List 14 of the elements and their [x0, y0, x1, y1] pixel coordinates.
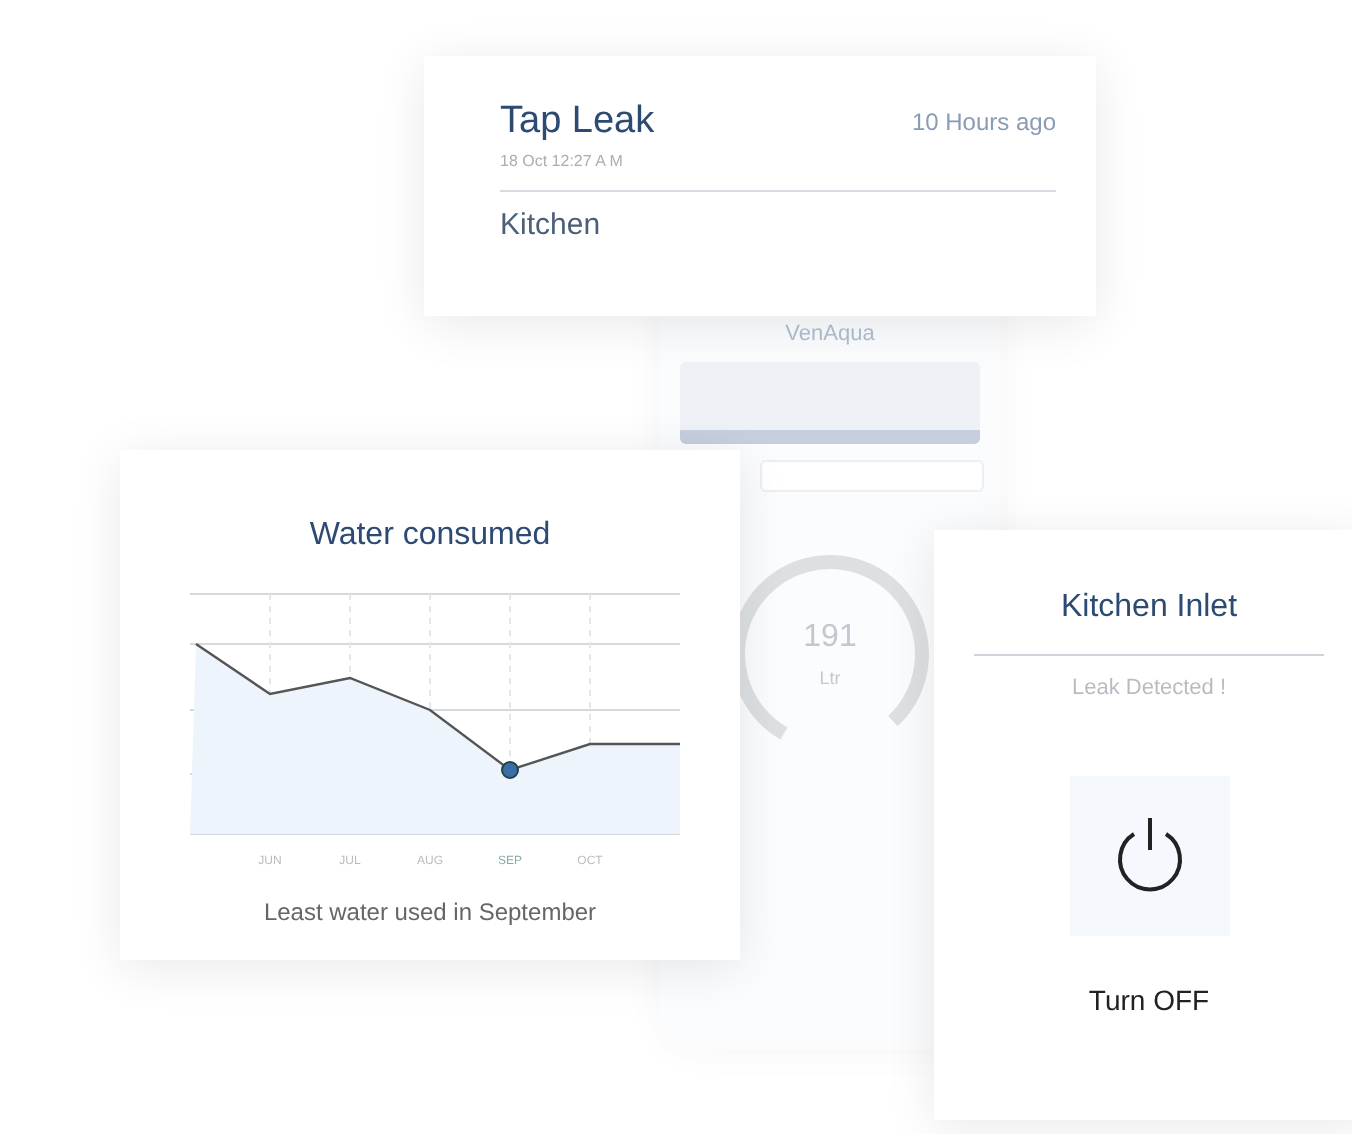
valve-title: Kitchen Inlet [1060, 590, 1238, 626]
alert-location: Kitchen [500, 208, 603, 242]
chart-title: Water consumed [309, 518, 551, 554]
turn-off-label: Turn OFF [1088, 984, 1210, 1016]
time-ago: 10 Hours ago [911, 108, 1056, 136]
gauge-reading: 191 [803, 620, 857, 656]
leak-status: Leak Detected ! [1071, 676, 1227, 700]
alert-title: Tap Leak [500, 100, 655, 144]
app-logo: VenAqua [785, 322, 875, 346]
chart-caption: Least water used in September [263, 898, 597, 926]
selected-point [501, 761, 519, 779]
alert-timestamp: 18 Oct 12:27 A M [500, 152, 625, 170]
power-button[interactable] [1069, 776, 1229, 936]
gauge-unit: Ltr [819, 668, 841, 688]
